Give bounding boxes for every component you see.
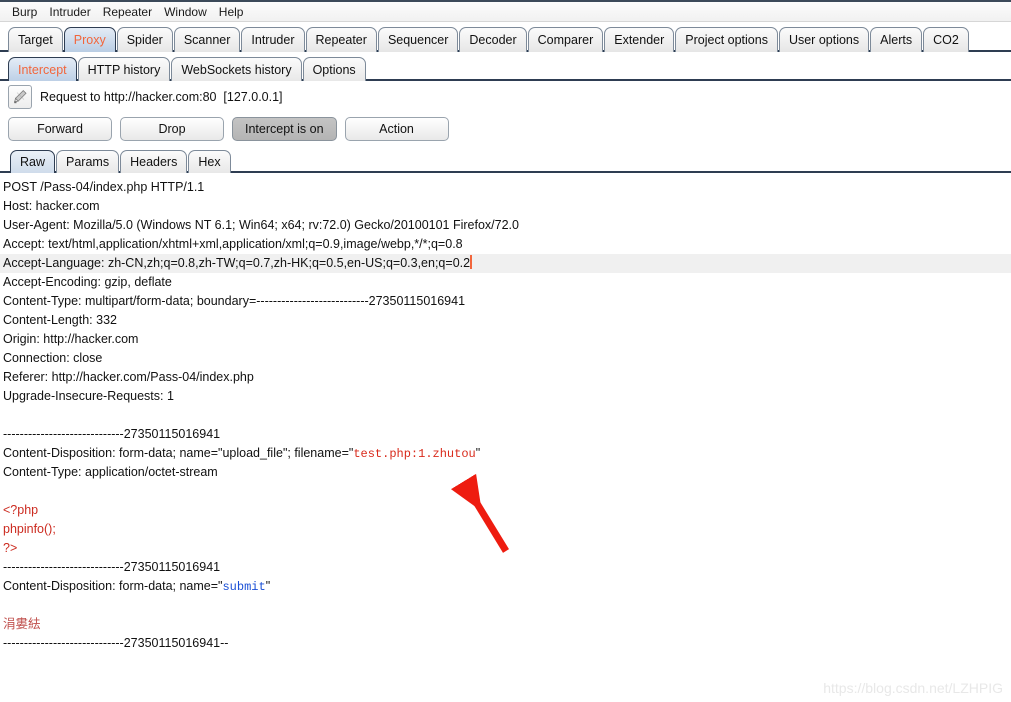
request-line bbox=[0, 596, 1011, 615]
tab-extender[interactable]: Extender bbox=[604, 27, 675, 52]
request-line bbox=[0, 406, 1011, 425]
request-line-text: Content-Disposition: form-data; name="up… bbox=[3, 446, 354, 460]
request-line: Content-Type: application/octet-stream bbox=[0, 463, 1011, 482]
menu-item-repeater[interactable]: Repeater bbox=[97, 4, 158, 20]
request-line: -----------------------------27350115016… bbox=[0, 558, 1011, 577]
request-line-text: " bbox=[265, 579, 271, 593]
request-line bbox=[0, 482, 1011, 501]
request-line-text: Accept-Encoding: gzip, deflate bbox=[3, 275, 172, 289]
request-line-text: Connection: close bbox=[3, 351, 103, 365]
request-line: -----------------------------27350115016… bbox=[0, 425, 1011, 444]
tab-user-options[interactable]: User options bbox=[778, 27, 870, 52]
main-tab-bar: Target Proxy Spider Scanner Intruder Rep… bbox=[0, 22, 1011, 52]
tab-sequencer[interactable]: Sequencer bbox=[377, 27, 459, 52]
request-line-text: Origin: http://hacker.com bbox=[3, 332, 139, 346]
request-line: Content-Type: multipart/form-data; bound… bbox=[0, 292, 1011, 311]
request-line: POST /Pass-04/index.php HTTP/1.1 bbox=[0, 178, 1011, 197]
drop-button[interactable]: Drop bbox=[120, 117, 224, 141]
request-line: Accept-Encoding: gzip, deflate bbox=[0, 273, 1011, 292]
subtab-intercept[interactable]: Intercept bbox=[8, 57, 77, 81]
request-line-text: Upgrade-Insecure-Requests: 1 bbox=[3, 389, 174, 403]
request-line-text: <?php bbox=[3, 503, 39, 517]
request-line-text: Host: hacker.com bbox=[3, 199, 100, 213]
editor-tab-params[interactable]: Params bbox=[56, 150, 120, 173]
request-line: Content-Disposition: form-data; name="up… bbox=[0, 444, 1011, 463]
request-line: User-Agent: Mozilla/5.0 (Windows NT 6.1;… bbox=[0, 216, 1011, 235]
request-line-text: " bbox=[475, 446, 481, 460]
message-editor-tab-bar: Raw Params Headers Hex bbox=[0, 146, 1011, 173]
request-line-text: Referer: http://hacker.com/Pass-04/index… bbox=[3, 370, 254, 384]
request-line: 涓婁紶 bbox=[0, 615, 1011, 634]
request-line-text: -----------------------------27350115016… bbox=[3, 636, 229, 650]
action-button[interactable]: Action bbox=[344, 117, 449, 141]
request-line-text: User-Agent: Mozilla/5.0 (Windows NT 6.1;… bbox=[3, 218, 519, 232]
request-line-text: Accept-Language: zh-CN,zh;q=0.8,zh-TW;q=… bbox=[3, 256, 471, 270]
tab-alerts[interactable]: Alerts bbox=[870, 27, 923, 52]
request-line-text: -----------------------------27350115016… bbox=[3, 560, 221, 574]
intercept-toggle-button[interactable]: Intercept is on bbox=[232, 117, 337, 141]
request-line-text: POST /Pass-04/index.php HTTP/1.1 bbox=[3, 180, 205, 194]
request-line: Referer: http://hacker.com/Pass-04/index… bbox=[0, 368, 1011, 387]
tab-comparer[interactable]: Comparer bbox=[527, 27, 604, 52]
request-line-text: -----------------------------27350115016… bbox=[3, 427, 221, 441]
request-line-text: ?> bbox=[3, 541, 18, 555]
tab-project-options[interactable]: Project options bbox=[675, 27, 778, 52]
tab-repeater[interactable]: Repeater bbox=[305, 27, 377, 52]
request-line: Accept: text/html,application/xhtml+xml,… bbox=[0, 235, 1011, 254]
tab-spider[interactable]: Spider bbox=[116, 27, 173, 52]
tab-target[interactable]: Target bbox=[8, 27, 63, 52]
subtab-websockets-history[interactable]: WebSockets history bbox=[171, 57, 302, 81]
request-line: Connection: close bbox=[0, 349, 1011, 368]
request-line-text: Content-Length: 332 bbox=[3, 313, 117, 327]
request-line: Upgrade-Insecure-Requests: 1 bbox=[0, 387, 1011, 406]
intercept-button-row: Forward Drop Intercept is on Action bbox=[0, 112, 1011, 146]
request-line: Content-Disposition: form-data; name="su… bbox=[0, 577, 1011, 596]
burp-suite-window: Burp Intruder Repeater Window Help Targe… bbox=[0, 0, 1011, 702]
form-field-name-value: submit bbox=[222, 580, 266, 594]
editor-tab-raw[interactable]: Raw bbox=[10, 150, 56, 173]
pencil-icon[interactable] bbox=[8, 84, 32, 109]
forward-button[interactable]: Forward bbox=[8, 117, 112, 141]
subtab-http-history[interactable]: HTTP history bbox=[77, 57, 171, 81]
request-line: Origin: http://hacker.com bbox=[0, 330, 1011, 349]
request-line: Accept-Language: zh-CN,zh;q=0.8,zh-TW;q=… bbox=[0, 254, 1011, 273]
request-line-text: 涓婁紶 bbox=[3, 617, 41, 631]
tab-co2[interactable]: CO2 bbox=[923, 27, 969, 52]
request-line: ?> bbox=[0, 539, 1011, 558]
raw-request-editor[interactable]: POST /Pass-04/index.php HTTP/1.1 Host: ha… bbox=[0, 173, 1011, 665]
request-line: Host: hacker.com bbox=[0, 197, 1011, 216]
tab-intruder[interactable]: Intruder bbox=[241, 27, 305, 52]
menu-item-burp[interactable]: Burp bbox=[6, 4, 43, 20]
watermark: https://blog.csdn.net/LZHPIG bbox=[823, 680, 1003, 696]
request-target-label: Request to http://hacker.com:80 [127.0.0… bbox=[40, 89, 283, 104]
request-line-text: phpinfo(); bbox=[3, 522, 56, 536]
request-line-text: Accept: text/html,application/xhtml+xml,… bbox=[3, 237, 463, 251]
request-line: Content-Length: 332 bbox=[0, 311, 1011, 330]
menu-item-help[interactable]: Help bbox=[213, 4, 250, 20]
subtab-options[interactable]: Options bbox=[302, 57, 366, 81]
request-target-row: Request to http://hacker.com:80 [127.0.0… bbox=[0, 81, 1011, 112]
request-line-text: Content-Type: application/octet-stream bbox=[3, 465, 218, 479]
request-line: <?php bbox=[0, 501, 1011, 520]
editor-tab-hex[interactable]: Hex bbox=[188, 150, 231, 173]
uploaded-filename-value: test.php:1.zhutou bbox=[353, 447, 476, 461]
request-line: -----------------------------27350115016… bbox=[0, 634, 1011, 653]
tab-scanner[interactable]: Scanner bbox=[173, 27, 241, 52]
proxy-sub-tab-bar: Intercept HTTP history WebSockets histor… bbox=[0, 52, 1011, 81]
menu-bar: Burp Intruder Repeater Window Help bbox=[0, 2, 1011, 22]
tab-proxy[interactable]: Proxy bbox=[63, 27, 116, 52]
text-caret bbox=[470, 255, 473, 269]
editor-tab-headers[interactable]: Headers bbox=[120, 150, 188, 173]
menu-item-intruder[interactable]: Intruder bbox=[43, 4, 96, 20]
request-line-text: Content-Type: multipart/form-data; bound… bbox=[3, 294, 466, 308]
request-line-text: Content-Disposition: form-data; name=" bbox=[3, 579, 223, 593]
menu-item-window[interactable]: Window bbox=[158, 4, 213, 20]
request-line: phpinfo(); bbox=[0, 520, 1011, 539]
tab-decoder[interactable]: Decoder bbox=[459, 27, 527, 52]
